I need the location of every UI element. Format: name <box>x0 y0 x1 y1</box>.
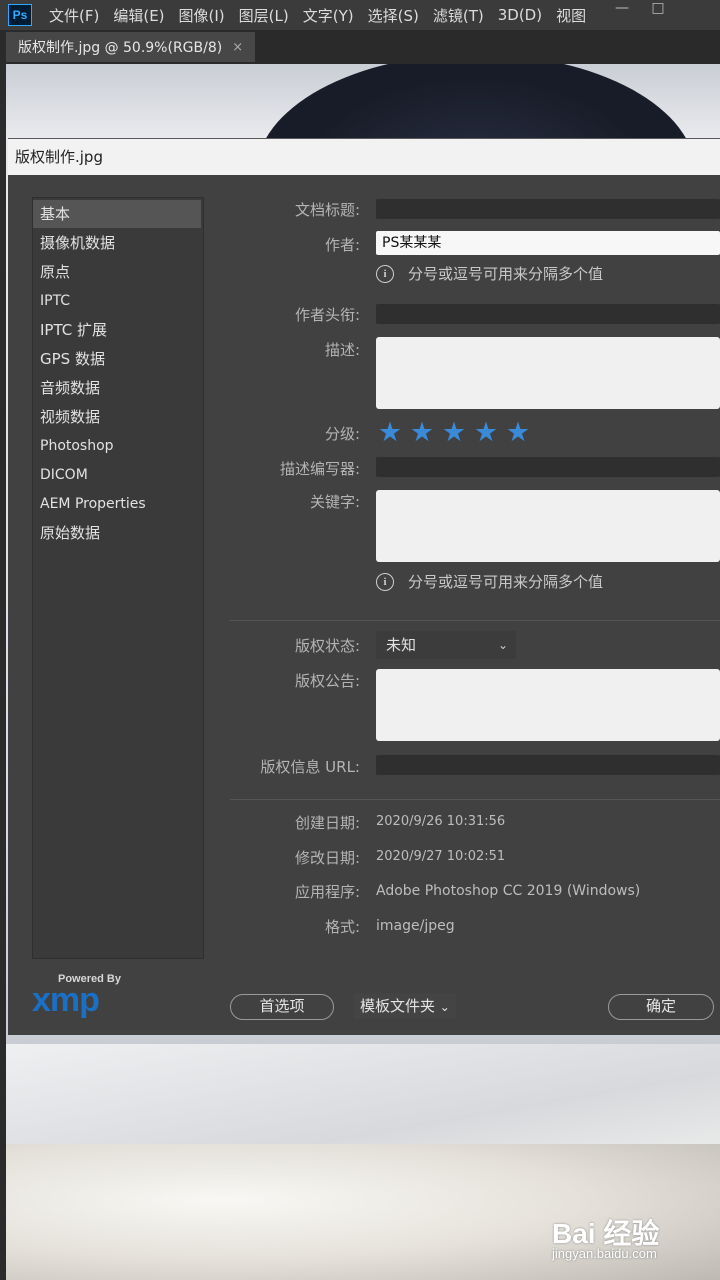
copyright-status-dropdown[interactable]: 未知 ⌄ <box>376 631 516 659</box>
sidebar-item-aem-properties[interactable]: AEM Properties <box>33 490 201 518</box>
section-divider <box>230 799 720 800</box>
watermark-url: jingyan.baidu.com <box>552 1246 657 1261</box>
copyright-status-value: 未知 <box>386 636 417 654</box>
close-icon[interactable]: × <box>232 40 243 55</box>
sidebar-item-video-data[interactable]: 视频数据 <box>33 403 201 431</box>
doc-title-field[interactable] <box>376 199 720 219</box>
sidebar-item-iptc[interactable]: IPTC <box>33 287 201 315</box>
template-folder-label: 模板文件夹 <box>360 997 436 1015</box>
copyright-url-label: 版权信息 URL: <box>260 758 360 776</box>
copyright-notice-label: 版权公告: <box>294 672 360 690</box>
preferences-button[interactable]: 首选项 <box>230 994 334 1020</box>
sidebar-item-iptc-extension[interactable]: IPTC 扩展 <box>33 316 201 344</box>
sidebar-item-audio-data[interactable]: 音频数据 <box>33 374 201 402</box>
menu-type[interactable]: 文字(Y) <box>303 5 354 26</box>
keywords-label: 关键字: <box>309 493 360 511</box>
chevron-down-icon: ⌄ <box>439 1000 450 1014</box>
menu-file[interactable]: 文件(F) <box>49 5 99 26</box>
author-hint-text: 分号或逗号可用来分隔多个值 <box>408 265 604 283</box>
section-divider <box>230 620 720 621</box>
document-tab-label: 版权制作.jpg @ 50.9%(RGB/8) <box>18 40 223 56</box>
template-folder-button[interactable]: 模板文件夹 ⌄ <box>354 993 456 1019</box>
app-label: 应用程序: <box>294 883 360 901</box>
created-value: 2020/9/26 10:31:56 <box>376 814 506 829</box>
document-tab-bar: 版权制作.jpg @ 50.9%(RGB/8) × <box>0 30 720 64</box>
format-value: image/jpeg <box>376 918 455 934</box>
sidebar-item-raw-data[interactable]: 原始数据 <box>33 519 201 547</box>
copyright-status-label: 版权状态: <box>294 637 360 655</box>
keywords-hint-text: 分号或逗号可用来分隔多个值 <box>408 573 604 591</box>
copyright-notice-textarea[interactable] <box>376 669 720 741</box>
document-tab[interactable]: 版权制作.jpg @ 50.9%(RGB/8) × <box>6 32 256 62</box>
minimize-icon[interactable]: — <box>604 0 640 22</box>
modified-value: 2020/9/27 10:02:51 <box>376 849 506 864</box>
author-label: 作者: <box>324 236 360 254</box>
menu-filter[interactable]: 滤镜(T) <box>433 5 484 26</box>
keywords-hint: i 分号或逗号可用来分隔多个值 <box>376 571 603 592</box>
star-icon[interactable]: ★ <box>470 419 502 447</box>
sidebar-item-origin[interactable]: 原点 <box>33 258 201 286</box>
baidu-watermark: Bai 经验 jingyan.baidu.com <box>552 1212 712 1272</box>
modified-label: 修改日期: <box>294 849 360 867</box>
format-label: 格式: <box>324 918 360 936</box>
description-label: 描述: <box>324 341 360 359</box>
info-icon: i <box>376 572 394 591</box>
sidebar-item-camera-data[interactable]: 摄像机数据 <box>33 229 201 257</box>
dialog-title: 版权制作.jpg <box>8 139 720 175</box>
copyright-url-field[interactable] <box>376 755 720 775</box>
desc-writer-label: 描述编写器: <box>279 460 360 478</box>
sidebar-item-dicom[interactable]: DICOM <box>33 461 201 489</box>
description-textarea[interactable] <box>376 337 720 409</box>
menu-edit[interactable]: 编辑(E) <box>113 5 164 26</box>
star-icon[interactable]: ★ <box>502 419 534 447</box>
author-title-field[interactable] <box>376 304 720 324</box>
author-field[interactable]: PS某某某 <box>376 231 720 255</box>
maximize-icon[interactable]: □ <box>640 0 676 22</box>
chevron-down-icon: ⌄ <box>497 638 508 652</box>
menu-layer[interactable]: 图层(L) <box>239 5 289 26</box>
sidebar-item-basic[interactable]: 基本 <box>33 200 201 228</box>
menu-image[interactable]: 图像(I) <box>179 5 225 26</box>
app-value: Adobe Photoshop CC 2019 (Windows) <box>376 883 641 899</box>
rating-label: 分级: <box>324 425 360 443</box>
xmp-logo: Powered By xmp <box>32 973 132 1023</box>
menu-view[interactable]: 视图 <box>556 5 586 26</box>
menu-select[interactable]: 选择(S) <box>368 5 419 26</box>
sidebar-item-gps-data[interactable]: GPS 数据 <box>33 345 201 373</box>
author-title-label: 作者头衔: <box>294 306 360 324</box>
photoshop-logo-icon: Ps <box>8 4 32 26</box>
doc-title-label: 文档标题: <box>294 201 360 219</box>
desc-writer-field[interactable] <box>376 457 720 477</box>
menu-bar: Ps 文件(F) 编辑(E) 图像(I) 图层(L) 文字(Y) 选择(S) 滤… <box>0 0 720 30</box>
sidebar-item-photoshop[interactable]: Photoshop <box>33 432 201 460</box>
star-icon[interactable]: ★ <box>438 419 470 447</box>
info-icon: i <box>376 264 394 283</box>
author-hint: i 分号或逗号可用来分隔多个值 <box>376 263 603 284</box>
keywords-textarea[interactable] <box>376 490 720 562</box>
rating-stars[interactable]: ★ ★ ★ ★ ★ <box>374 419 534 447</box>
star-icon[interactable]: ★ <box>374 419 406 447</box>
menu-3d[interactable]: 3D(D) <box>498 6 542 24</box>
created-label: 创建日期: <box>294 814 360 832</box>
ok-button[interactable]: 确定 <box>608 994 714 1020</box>
category-sidebar: 基本 摄像机数据 原点 IPTC IPTC 扩展 GPS 数据 音频数据 视频数… <box>32 197 204 959</box>
xmp-logo-text: xmp <box>32 981 100 1019</box>
file-info-dialog: 版权制作.jpg 基本 摄像机数据 原点 IPTC IPTC 扩展 GPS 数据… <box>8 138 720 1035</box>
star-icon[interactable]: ★ <box>406 419 438 447</box>
